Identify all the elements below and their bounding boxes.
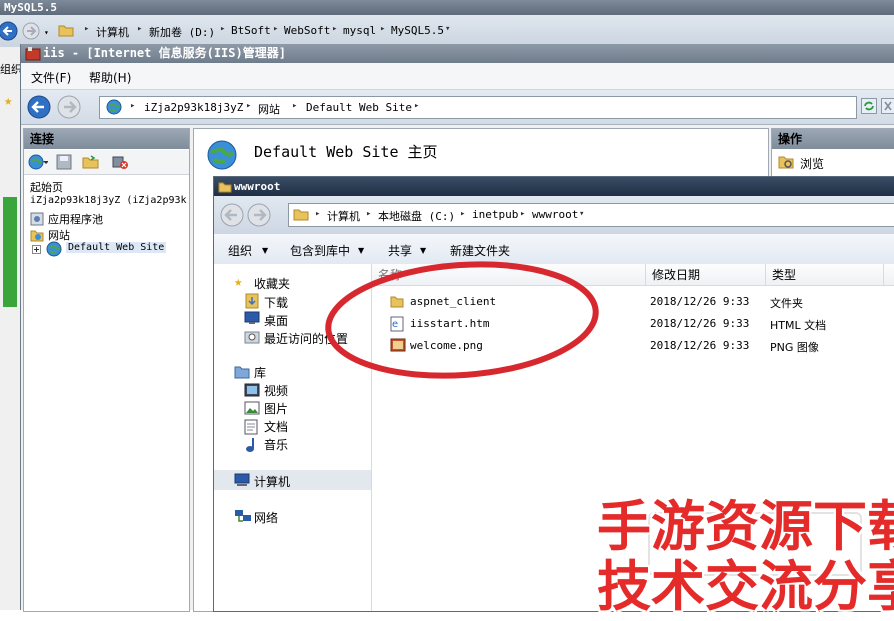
tree-app-pools[interactable]: 应用程序池 bbox=[48, 211, 103, 227]
column-header-more[interactable] bbox=[884, 264, 894, 286]
organize-label[interactable]: 组织 bbox=[0, 61, 22, 77]
menu-help[interactable]: 帮助(H) bbox=[89, 69, 131, 86]
folder-icon bbox=[218, 180, 232, 193]
file-type: HTML 文档 bbox=[770, 317, 826, 333]
nav-pictures[interactable]: 图片 bbox=[264, 400, 288, 417]
iis-title-bar: iis - [Internet 信息服务(IIS)管理器] bbox=[21, 44, 894, 63]
new-folder-button[interactable]: 新建文件夹 bbox=[450, 242, 510, 259]
file-date: 2018/12/26 9:33 bbox=[650, 295, 749, 308]
page-title: Default Web Site 主页 bbox=[254, 141, 438, 162]
wwwroot-address-bar: ▸ 计算机 ▸ 本地磁盘 (C:) ▸ inetpub ▸ wwwroot ▾ bbox=[214, 196, 894, 234]
file-date: 2018/12/26 9:33 bbox=[650, 317, 749, 330]
operations-header: 操作 bbox=[772, 129, 894, 149]
breadcrumb-item[interactable]: MySQL5.5 bbox=[391, 24, 444, 37]
download-folder-icon bbox=[244, 293, 260, 309]
wwwroot-title-bar: wwwroot bbox=[214, 177, 894, 196]
open-folder-icon[interactable] bbox=[82, 154, 100, 170]
expand-icon[interactable] bbox=[32, 245, 41, 254]
globe-icon bbox=[46, 241, 62, 257]
connect-globe-icon[interactable] bbox=[28, 154, 48, 170]
background-left-pane: 组织 ★ bbox=[0, 47, 21, 610]
nav-libraries[interactable]: 库 bbox=[254, 364, 266, 381]
breadcrumb-item[interactable]: 新加卷 (D:) bbox=[149, 24, 215, 40]
tree-start-page[interactable]: 起始页 bbox=[30, 179, 63, 195]
wwwroot-address-box[interactable]: ▸ 计算机 ▸ 本地磁盘 (C:) ▸ inetpub ▸ wwwroot ▾ bbox=[288, 203, 894, 227]
file-type: 文件夹 bbox=[770, 295, 803, 311]
iis-navigation-bar: ▸ iZja2p93k18j3yZ ▸ 网站 ▸ Default Web Sit… bbox=[21, 90, 894, 125]
stop-icon[interactable] bbox=[881, 98, 894, 114]
computer-icon bbox=[234, 473, 250, 487]
column-header-date[interactable]: 修改日期 bbox=[646, 264, 766, 286]
nav-computer[interactable]: 计算机 bbox=[254, 473, 290, 490]
file-type: PNG 图像 bbox=[770, 339, 819, 355]
forward-icon[interactable] bbox=[57, 95, 81, 119]
video-icon bbox=[244, 383, 260, 397]
libraries-icon bbox=[234, 365, 250, 379]
back-icon[interactable] bbox=[0, 21, 20, 41]
site-globe-icon bbox=[206, 139, 238, 171]
iis-title: iis - [Internet 信息服务(IIS)管理器] bbox=[43, 44, 286, 63]
tree-server[interactable]: iZja2p93k18j3yZ (iZja2p93k bbox=[30, 195, 187, 206]
breadcrumb-item[interactable]: mysql bbox=[343, 24, 376, 37]
breadcrumb-item[interactable]: WebSoft bbox=[284, 24, 330, 37]
folder-icon bbox=[58, 23, 74, 37]
green-bar bbox=[3, 197, 17, 307]
star-icon: ★ bbox=[234, 274, 242, 290]
iis-app-icon bbox=[25, 46, 41, 62]
network-icon bbox=[234, 509, 252, 523]
file-date: 2018/12/26 9:33 bbox=[650, 339, 749, 352]
menu-file[interactable]: 文件(F) bbox=[31, 69, 71, 86]
nav-favorites[interactable]: 收藏夹 bbox=[254, 275, 290, 292]
pictures-icon bbox=[244, 401, 260, 415]
sites-folder-icon bbox=[30, 228, 44, 242]
nav-desktop[interactable]: 桌面 bbox=[264, 312, 288, 329]
include-in-library-button[interactable]: 包含到库中 bbox=[290, 242, 350, 259]
disconnect-icon[interactable] bbox=[112, 154, 130, 170]
globe-icon bbox=[106, 99, 122, 115]
forward-icon[interactable] bbox=[247, 203, 271, 227]
iis-address-box[interactable]: ▸ iZja2p93k18j3yZ ▸ 网站 ▸ Default Web Sit… bbox=[99, 96, 857, 119]
nav-videos[interactable]: 视频 bbox=[264, 382, 288, 399]
forward-icon[interactable] bbox=[22, 22, 42, 42]
breadcrumb-site[interactable]: Default Web Site bbox=[306, 101, 412, 114]
back-icon[interactable] bbox=[27, 95, 51, 119]
tree-default-web-site[interactable]: Default Web Site bbox=[66, 242, 166, 253]
wwwroot-title: wwwroot bbox=[234, 177, 280, 196]
breadcrumb-item[interactable]: BtSoft bbox=[231, 24, 271, 37]
nav-downloads[interactable]: 下载 bbox=[264, 294, 288, 311]
breadcrumb-item[interactable]: 本地磁盘 (C:) bbox=[378, 208, 455, 224]
refresh-icon[interactable] bbox=[861, 98, 877, 114]
recent-places-icon bbox=[244, 329, 260, 345]
desktop-icon bbox=[244, 311, 260, 325]
breadcrumb-item[interactable]: inetpub bbox=[472, 208, 518, 221]
connections-toolbar bbox=[24, 150, 189, 175]
connections-header: 连接 bbox=[24, 129, 189, 149]
browse-icon bbox=[778, 154, 794, 170]
star-icon: ★ bbox=[4, 93, 12, 109]
recent-pages-icon[interactable]: ▾ bbox=[44, 28, 49, 37]
breadcrumb-item[interactable]: wwwroot bbox=[532, 208, 578, 221]
nav-music[interactable]: 音乐 bbox=[264, 436, 288, 453]
share-button[interactable]: 共享 bbox=[388, 242, 412, 259]
documents-icon bbox=[244, 419, 258, 435]
nav-documents[interactable]: 文档 bbox=[264, 418, 288, 435]
breadcrumb-sites[interactable]: 网站 bbox=[258, 101, 280, 117]
save-icon[interactable] bbox=[56, 154, 72, 170]
music-icon bbox=[244, 437, 258, 453]
operation-browse[interactable]: 浏览 bbox=[800, 155, 824, 172]
background-window-title: MySQL5.5 bbox=[0, 0, 894, 15]
column-header-type[interactable]: 类型 bbox=[766, 264, 884, 286]
back-icon[interactable] bbox=[220, 203, 244, 227]
iis-menu-bar: 文件(F) 帮助(H) bbox=[21, 63, 894, 90]
watermark-line-2: 技术交流分享 bbox=[597, 542, 894, 621]
nav-network[interactable]: 网络 bbox=[254, 509, 278, 526]
breadcrumb-item[interactable]: 计算机 bbox=[327, 208, 360, 224]
breadcrumb-server[interactable]: iZja2p93k18j3yZ bbox=[144, 101, 243, 114]
breadcrumb-item[interactable]: 计算机 bbox=[96, 24, 129, 40]
app-pool-icon bbox=[30, 212, 44, 226]
organize-button[interactable]: 组织 bbox=[228, 242, 252, 259]
red-circle-annotation bbox=[320, 258, 605, 388]
connections-pane: 连接 起始页 iZja2p93k18j3yZ (iZja2p93k 应用程序池 … bbox=[23, 128, 190, 612]
folder-icon bbox=[293, 207, 309, 221]
